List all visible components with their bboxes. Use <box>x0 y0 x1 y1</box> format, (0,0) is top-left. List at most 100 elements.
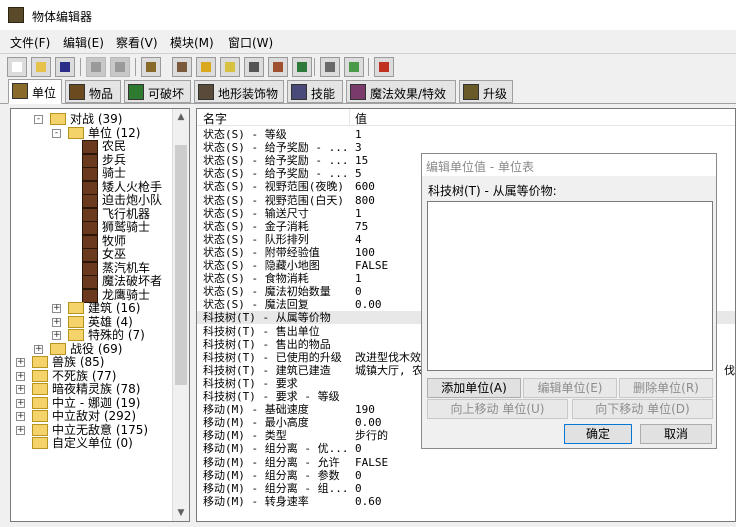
column-header-value[interactable]: 值 <box>355 110 367 127</box>
toolbar-separator <box>135 58 136 76</box>
field-value: 改进型伐木效 <box>355 350 421 364</box>
field-value: 15 <box>355 154 369 168</box>
tree-item-label: 中立敌对 (292) <box>52 409 137 423</box>
tab-destructibles[interactable]: 可破坏 <box>124 80 191 103</box>
tree-item-label: 骑士 <box>102 166 127 180</box>
cancel-button[interactable]: 取消 <box>640 424 712 444</box>
menu-window[interactable]: 窗口(W) <box>228 34 273 51</box>
menu-view[interactable]: 察看(V) <box>116 34 158 51</box>
toolbar-separator <box>80 58 81 76</box>
grid-row[interactable]: 状态(S) - 等级 1 <box>197 128 735 141</box>
open-folder-icon[interactable] <box>31 57 51 77</box>
paste-icon[interactable] <box>110 57 130 77</box>
grid-row[interactable]: 移动(M) - 组分离 - 允许 FALSE <box>197 456 735 469</box>
menu-bar: 文件(F) 编辑(E) 察看(V) 模块(M) 窗口(W) <box>0 30 736 52</box>
tab-bar: 单位 物品 可破坏 地形装饰物 技能 魔法效果/特效 升级 <box>0 79 736 104</box>
menu-file[interactable]: 文件(F) <box>10 34 50 51</box>
grid-row[interactable]: 移动(M) - 组分离 - 参数 0 <box>197 468 735 482</box>
move-down-button[interactable]: 向下移动 单位(D) <box>572 399 713 419</box>
new-file-icon[interactable] <box>7 57 27 77</box>
expand-icon[interactable]: + <box>16 385 25 394</box>
unit-portrait-icon <box>82 234 98 249</box>
folder-icon <box>68 126 84 139</box>
tree-item-label: 英雄 (4) <box>88 314 133 329</box>
expand-icon[interactable]: + <box>16 358 25 367</box>
toolbar-separator <box>314 58 315 76</box>
delete-unit-button[interactable]: 删除单位(R) <box>619 378 713 398</box>
field-name: 状态(S) - 视野范围(夜晚) <box>203 180 344 194</box>
expand-icon[interactable]: + <box>52 304 61 313</box>
scroll-down-icon[interactable]: ▼ <box>173 505 189 521</box>
tree-item-label: 建筑 (16) <box>88 301 141 315</box>
tree-scrollbar[interactable]: ▲ ▼ <box>172 109 189 521</box>
export-icon[interactable] <box>374 57 394 77</box>
folder-icon <box>50 113 66 125</box>
field-name: 状态(S) - 金子消耗 <box>203 219 309 233</box>
tree-item-label: 飞行机器 <box>102 206 151 221</box>
ability-tab-icon <box>291 84 307 100</box>
grid-row[interactable]: 移动(M) - 组分离 - 组... 0 <box>197 482 735 495</box>
unit-list-box[interactable] <box>427 201 713 371</box>
tab-abilities[interactable]: 技能 <box>287 80 343 103</box>
sound-icon[interactable] <box>220 57 240 77</box>
field-value: 1 <box>355 128 362 141</box>
field-name: 移动(M) - 基础速度 <box>203 403 309 417</box>
expand-icon[interactable]: + <box>16 371 25 381</box>
folder-icon <box>32 437 48 449</box>
field-name: 科技树(T) - 建筑已建造 <box>203 363 331 377</box>
tab-upgrades[interactable]: 升级 <box>459 80 513 103</box>
expand-icon[interactable]: + <box>34 344 43 354</box>
menu-module[interactable]: 模块(M) <box>170 34 214 51</box>
ai-editor-icon[interactable] <box>292 57 312 77</box>
tree-tab-icon <box>128 84 144 100</box>
dialog-title: 编辑单位值 - 单位表 <box>426 160 534 174</box>
field-value: 0.00 <box>355 416 382 430</box>
object-editor-icon[interactable] <box>244 57 264 77</box>
field-name: 科技树(T) - 从属等价物 <box>203 311 331 325</box>
tab-units[interactable]: 单位 <box>8 79 62 104</box>
text-a-icon[interactable] <box>196 57 216 77</box>
field-name: 状态(S) - 给予奖励 - ... <box>203 141 347 155</box>
campaign-editor-icon[interactable] <box>320 57 340 77</box>
expand-icon[interactable]: + <box>16 398 25 408</box>
unit-portrait-icon <box>82 261 98 276</box>
collapse-icon[interactable]: - <box>34 115 43 124</box>
buff-tab-icon <box>350 84 366 100</box>
column-header-name[interactable]: 名字 <box>203 110 227 127</box>
unit-editor-icon[interactable] <box>141 57 161 77</box>
field-value: 0.60 <box>355 494 382 508</box>
unit-tree[interactable]: ▲ ▼ - 对战 (39) - 单位 (12) 农民 步兵 骑士 矮人火枪手 迫击炮小队 飞行机器… <box>10 108 190 522</box>
tree-item-label: 迫击炮小队 <box>102 193 163 207</box>
item-tab-icon <box>69 84 85 100</box>
terrain-editor-icon[interactable] <box>172 57 192 77</box>
field-value: 600 <box>355 180 375 194</box>
unit-portrait-icon <box>82 180 98 195</box>
import-icon[interactable] <box>344 57 364 77</box>
folder-icon <box>32 396 48 409</box>
add-unit-button[interactable]: 添加单位(A) <box>427 378 521 398</box>
edit-unit-button[interactable]: 编辑单位(E) <box>523 378 617 398</box>
expand-icon[interactable]: + <box>52 331 61 340</box>
expand-icon[interactable]: + <box>16 425 25 435</box>
unit-tab-icon <box>12 83 28 99</box>
expand-icon[interactable]: + <box>52 317 61 327</box>
move-up-button[interactable]: 向上移动 单位(U) <box>427 399 568 419</box>
tree-scroll-thumb[interactable] <box>175 145 187 385</box>
save-icon[interactable] <box>55 57 75 77</box>
tab-items[interactable]: 物品 <box>65 80 121 103</box>
menu-edit[interactable]: 编辑(E) <box>63 34 104 51</box>
field-value: 0 <box>355 285 362 299</box>
copy-icon[interactable] <box>86 57 106 77</box>
expand-icon[interactable]: + <box>16 412 25 421</box>
tree-item-label: 女巫 <box>102 247 127 261</box>
title-bar: 物体编辑器 <box>0 0 736 30</box>
tab-buffs[interactable]: 魔法效果/特效 <box>346 80 456 103</box>
folder-icon <box>32 383 48 395</box>
tab-doodads[interactable]: 地形装饰物 <box>194 80 284 103</box>
collapse-icon[interactable]: - <box>52 128 61 138</box>
trigger-editor-icon[interactable] <box>268 57 288 77</box>
scroll-up-icon[interactable]: ▲ <box>173 109 189 125</box>
field-value: 0 <box>355 468 362 482</box>
grid-row[interactable]: 移动(M) - 转身速率 0.60 <box>197 494 735 508</box>
ok-button[interactable]: 确定 <box>564 424 632 444</box>
